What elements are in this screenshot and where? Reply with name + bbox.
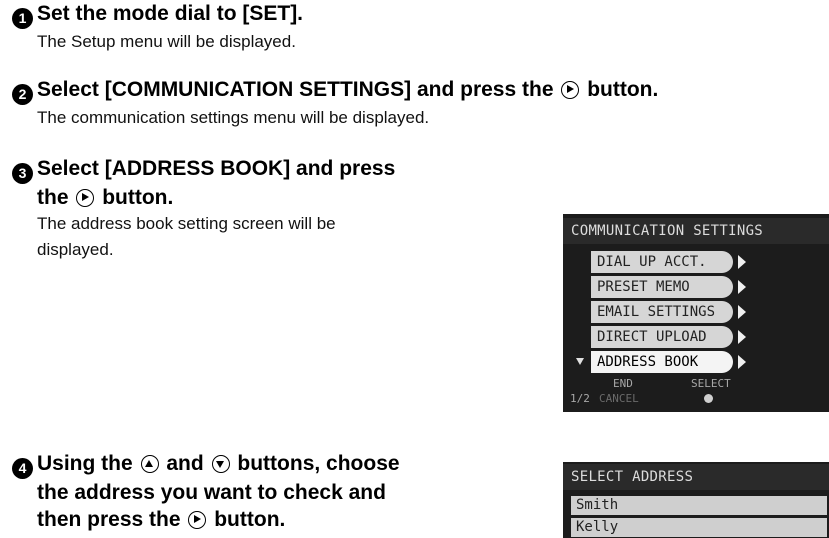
- menu-item-email-settings[interactable]: EMAIL SETTINGS: [591, 301, 733, 323]
- step-number-badge: 3: [12, 163, 33, 184]
- step-2: 2 Select [COMMUNICATION SETTINGS] and pre…: [12, 76, 658, 131]
- step-2-heading: 2 Select [COMMUNICATION SETTINGS] and pre…: [12, 76, 658, 105]
- step-1-description: The Setup menu will be displayed.: [37, 32, 296, 51]
- footer-cancel-label: CANCEL: [599, 392, 639, 405]
- screen-title: COMMUNICATION SETTINGS: [563, 218, 829, 244]
- right-button-icon: [561, 81, 580, 99]
- footer-end-label: END: [613, 377, 633, 390]
- step-2-description: The communication settings menu will be …: [37, 108, 430, 127]
- step-3-heading-line2-start: the: [37, 186, 69, 209]
- step-3: 3 Select [ADDRESS BOOK] and press the but…: [12, 155, 395, 263]
- step-number-badge: 2: [12, 84, 33, 105]
- communication-settings-screen: COMMUNICATION SETTINGS DIAL UP ACCT. PRE…: [563, 214, 829, 412]
- step-4-heading-line1-mid: and: [166, 452, 204, 475]
- step-1: 1 Set the mode dial to [SET]. The Setup m…: [12, 0, 303, 55]
- step-4-heading-line3-start: then press the: [37, 508, 181, 531]
- address-row-smith[interactable]: Smith: [571, 496, 827, 515]
- address-row-kelly[interactable]: Kelly: [571, 518, 827, 537]
- menu-item-address-book[interactable]: ADDRESS BOOK: [591, 351, 733, 373]
- step-1-heading: 1 Set the mode dial to [SET].: [12, 0, 303, 29]
- footer-select-label: SELECT: [691, 377, 731, 390]
- menu-item-direct-upload[interactable]: DIRECT UPLOAD: [591, 326, 733, 348]
- screen-title: SELECT ADDRESS: [563, 464, 829, 490]
- step-3-description-line2: displayed.: [37, 240, 114, 259]
- step-4-heading: 4 Using the and buttons, choose the addre…: [12, 450, 400, 533]
- step-3-description-line1: The address book setting screen will be: [37, 214, 336, 233]
- ok-button-icon: [704, 394, 713, 403]
- menu-arrow-right-icon: [738, 355, 746, 369]
- down-button-icon: [211, 455, 230, 473]
- step-4-heading-line3-end: button.: [214, 508, 286, 531]
- step-4: 4 Using the and buttons, choose the addre…: [12, 450, 400, 533]
- up-button-icon: [140, 455, 159, 473]
- right-button-icon: [188, 511, 207, 529]
- menu-arrow-right-icon: [738, 305, 746, 319]
- step-3-heading: 3 Select [ADDRESS BOOK] and press the but…: [12, 155, 395, 211]
- menu-arrow-right-icon: [738, 330, 746, 344]
- scroll-down-icon: [576, 358, 584, 365]
- step-1-heading-text: Set the mode dial to [SET].: [37, 2, 304, 25]
- step-3-heading-line2-end: button.: [102, 186, 174, 209]
- menu-item-dial-up-acct[interactable]: DIAL UP ACCT.: [591, 251, 733, 273]
- step-2-heading-text: Select [COMMUNICATION SETTINGS] and pres…: [37, 78, 554, 101]
- step-3-description: The address book setting screen will be …: [37, 211, 395, 263]
- step-4-heading-line2: the address you want to check and: [37, 481, 386, 504]
- step-number-badge: 4: [12, 458, 33, 479]
- step-3-heading-line1: Select [ADDRESS BOOK] and press: [37, 157, 396, 180]
- select-address-screen: SELECT ADDRESS Smith Kelly: [563, 462, 829, 538]
- step-4-heading-line1-end: buttons, choose: [237, 452, 400, 475]
- step-2-heading-end: button.: [587, 78, 659, 101]
- step-4-heading-line1-start: Using the: [37, 452, 133, 475]
- page-indicator: 1/2: [570, 392, 590, 405]
- menu-arrow-right-icon: [738, 255, 746, 269]
- menu-item-preset-memo[interactable]: PRESET MEMO: [591, 276, 733, 298]
- right-button-icon: [76, 189, 95, 207]
- step-number-badge: 1: [12, 8, 33, 29]
- menu-arrow-right-icon: [738, 280, 746, 294]
